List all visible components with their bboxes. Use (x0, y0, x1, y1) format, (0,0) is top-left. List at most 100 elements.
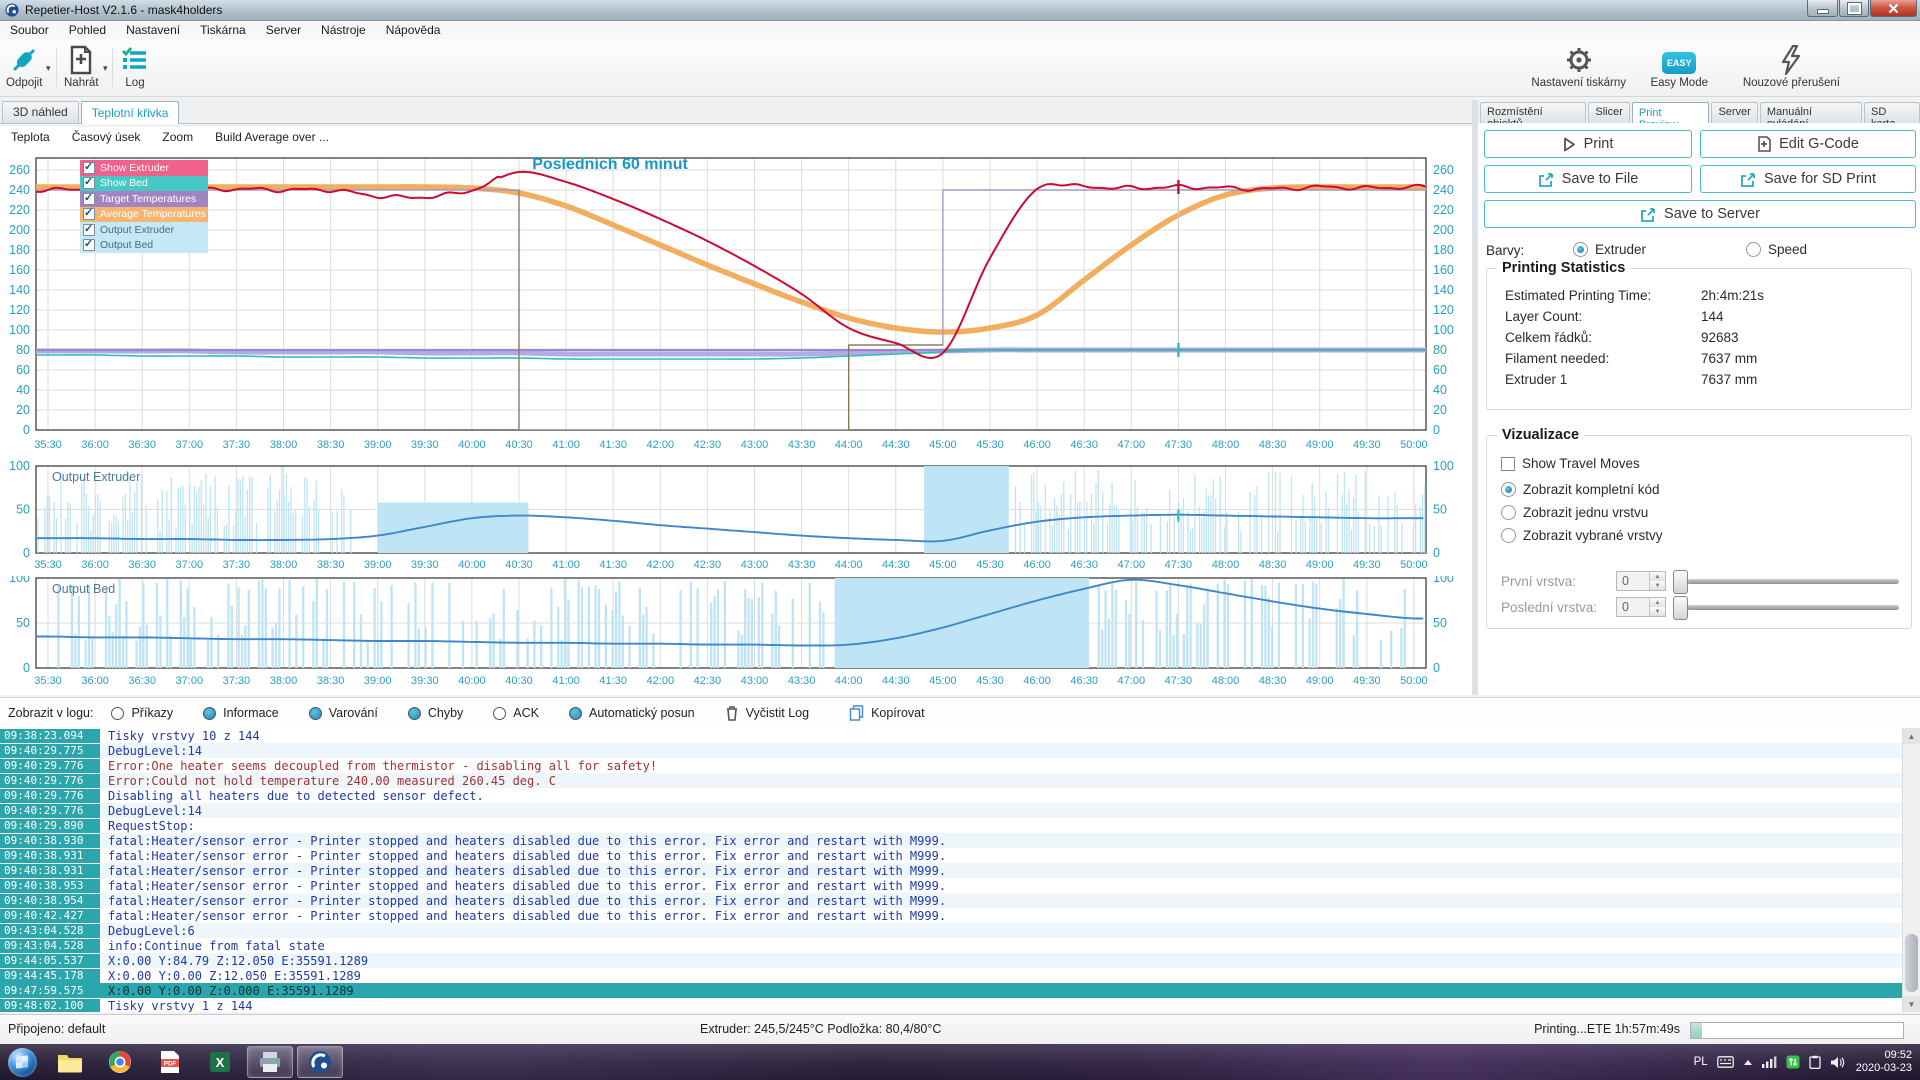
log-row[interactable]: 09:40:29.776DebugLevel:14 (0, 803, 1920, 818)
legend-item-average-temperatures[interactable]: Average Temperatures (80, 207, 208, 223)
save-for-sd-button[interactable]: Save for SD Print (1700, 165, 1916, 193)
legend-checkbox-icon[interactable] (83, 239, 95, 251)
log-filter-ack[interactable]: ACK (493, 706, 539, 720)
upload-dropdown[interactable]: ▾ (103, 63, 108, 74)
tray-expand-icon[interactable] (1743, 1059, 1753, 1066)
chart-menu-build-average-over[interactable]: Build Average over ... (204, 129, 340, 145)
tab-3d-n-hled[interactable]: 3D náhled (2, 101, 79, 123)
save-to-server-button[interactable]: Save to Server (1484, 200, 1916, 228)
log-row[interactable]: 09:43:04.528DebugLevel:6 (0, 923, 1920, 938)
viz-radio-zobrazit-kompletn-k-d[interactable]: Zobrazit kompletní kód (1501, 482, 1660, 497)
chart-menu-teplota[interactable]: Teplota (0, 129, 61, 145)
legend-item-output-bed[interactable]: Output Bed (80, 238, 208, 254)
copy-log-button[interactable]: Kopírovat (849, 705, 925, 721)
tab-print-preview[interactable]: Print Preview (1632, 102, 1710, 124)
tab-sd-karta[interactable]: SD karta (1864, 102, 1920, 123)
legend-checkbox-icon[interactable] (83, 177, 95, 189)
log-row[interactable]: 09:40:29.890RequestStop: (0, 818, 1920, 833)
log-row[interactable]: 09:40:38.931fatal:Heater/sensor error - … (0, 863, 1920, 878)
upload-button[interactable]: Nahrát (64, 43, 99, 89)
log-row[interactable]: 09:48:02.100Tisky vrstvy 1 z 144 (0, 998, 1920, 1012)
legend-checkbox-icon[interactable] (83, 208, 95, 220)
taskbar-repetier-host-button[interactable] (297, 1046, 343, 1078)
log-filter-varov-n[interactable]: Varování (309, 706, 378, 720)
viz-radio-zobrazit-jednu-vrstvu[interactable]: Zobrazit jednu vrstvu (1501, 505, 1648, 520)
tab-teplotn-k-ivka[interactable]: Teplotní křivka (81, 101, 180, 124)
log-row[interactable]: 09:40:38.953fatal:Heater/sensor error - … (0, 878, 1920, 893)
menu-item-pohled[interactable]: Pohled (59, 22, 116, 38)
maximize-button[interactable] (1839, 0, 1869, 17)
last-layer-slider[interactable] (1673, 596, 1901, 618)
taskbar-pdf-viewer-button[interactable]: PDF (147, 1046, 193, 1078)
first-layer-slider[interactable] (1673, 570, 1901, 592)
temperature-chart[interactable]: 0020204040606080801001001201201401401601… (0, 152, 1472, 456)
menu-item-soubor[interactable]: Soubor (0, 22, 59, 38)
print-button[interactable]: Print (1484, 130, 1692, 158)
disconnect-button[interactable]: Odpojit (6, 43, 42, 89)
legend-item-target-temperatures[interactable]: Target Temperatures (80, 191, 208, 207)
legend-item-show-bed[interactable]: Show Bed (80, 176, 208, 192)
start-button[interactable] (8, 1048, 37, 1077)
taskbar-clock[interactable]: 09:52 2020-03-23 (1856, 1049, 1912, 1075)
taskbar-printer-tool-button[interactable] (247, 1046, 293, 1078)
log-row[interactable]: 09:44:05.537X:0.00 Y:84.79 Z:12.050 E:35… (0, 953, 1920, 968)
log-row[interactable]: 09:40:42.427fatal:Heater/sensor error - … (0, 908, 1920, 923)
taskbar-explorer-button[interactable] (47, 1046, 93, 1078)
taskbar-excel-button[interactable]: X (197, 1046, 243, 1078)
chart-menu-zoom[interactable]: Zoom (151, 129, 204, 145)
legend-item-show-extruder[interactable]: Show Extruder (80, 160, 208, 176)
log-row[interactable]: 09:40:29.775DebugLevel:14 (0, 743, 1920, 758)
log-row[interactable]: 09:40:29.776Disabling all heaters due to… (0, 788, 1920, 803)
log-row[interactable]: 09:38:23.094Tisky vrstvy 10 z 144 (0, 728, 1920, 743)
clear-log-button[interactable]: Vyčistit Log (725, 705, 809, 721)
network-signal-icon[interactable] (1762, 1056, 1777, 1068)
menu-item-nastaven[interactable]: Nastavení (116, 22, 190, 38)
log-row[interactable]: 09:43:04.528info:Continue from fatal sta… (0, 938, 1920, 953)
legend-checkbox-icon[interactable] (83, 162, 95, 174)
menu-item-n-stroje[interactable]: Nástroje (311, 22, 376, 38)
colors-speed-radio[interactable]: Speed (1746, 242, 1807, 257)
close-button[interactable] (1870, 0, 1917, 17)
edit-gcode-button[interactable]: Edit G-Code (1700, 130, 1916, 158)
log-toggle-button[interactable]: Log (120, 43, 150, 89)
legend-item-output-extruder[interactable]: Output Extruder (80, 222, 208, 238)
menu-item-n-pov-da[interactable]: Nápověda (376, 22, 451, 38)
viz-radio-zobrazit-vybran-vrstvy[interactable]: Zobrazit vybrané vrstvy (1501, 528, 1663, 543)
log-row[interactable]: 09:40:29.776Error:Could not hold tempera… (0, 773, 1920, 788)
legend-checkbox-icon[interactable] (83, 224, 95, 236)
log-filter-p-kazy[interactable]: Příkazy (111, 706, 173, 720)
tab-rozm-st-n-objekt[interactable]: Rozmístění objektů (1480, 102, 1586, 123)
log-filter-chyby[interactable]: Chyby (408, 706, 463, 720)
clipboard-icon[interactable] (1809, 1055, 1821, 1069)
menu-item-tisk-rna[interactable]: Tiskárna (190, 22, 256, 38)
printer-settings-button[interactable]: Nastavení tiskárny (1531, 43, 1626, 89)
first-layer-spinner[interactable]: 0 ▲▼ (1616, 571, 1666, 591)
log-row[interactable]: 09:44:45.178X:0.00 Y:0.00 Z:12.050 E:355… (0, 968, 1920, 983)
output-extruder-chart[interactable]: 00505010010035:3036:0036:3037:0037:3038:… (0, 458, 1472, 574)
legend-checkbox-icon[interactable] (83, 193, 95, 205)
chart-menu-asov-sek[interactable]: Časový úsek (61, 129, 152, 145)
keyboard-icon[interactable] (1717, 1056, 1734, 1068)
disconnect-dropdown[interactable]: ▾ (46, 63, 51, 74)
easy-mode-button[interactable]: EASY Easy Mode (1650, 43, 1708, 89)
language-badge[interactable]: PL (1694, 1056, 1708, 1068)
show-travel-moves-checkbox[interactable]: Show Travel Moves (1501, 456, 1640, 471)
tab-server[interactable]: Server (1711, 102, 1757, 123)
save-to-file-button[interactable]: Save to File (1484, 165, 1692, 193)
log-row[interactable]: 09:40:38.931fatal:Heater/sensor error - … (0, 848, 1920, 863)
scroll-up-icon[interactable]: ▲ (1903, 728, 1920, 744)
menu-item-server[interactable]: Server (256, 22, 311, 38)
log-filter-informace[interactable]: Informace (203, 706, 279, 720)
taskbar-chrome-button[interactable] (97, 1046, 143, 1078)
minimize-button[interactable] (1807, 0, 1838, 17)
tab-slicer[interactable]: Slicer (1588, 102, 1630, 123)
output-bed-chart[interactable]: 00505010010035:3036:0036:3037:0037:3038:… (0, 576, 1472, 696)
log-filter-automatick-posun[interactable]: Automatický posun (569, 706, 695, 720)
colors-extruder-radio[interactable]: Extruder (1573, 242, 1646, 257)
log-row[interactable]: 09:40:38.954fatal:Heater/sensor error - … (0, 893, 1920, 908)
titlebar[interactable]: Repetier-Host V2.1.6 - mask4holders (0, 0, 1920, 21)
log-view[interactable]: 09:38:23.094Tisky vrstvy 10 z 14409:40:2… (0, 728, 1920, 1012)
log-scrollbar[interactable]: ▲ ▼ (1902, 728, 1920, 1012)
tab-manu-ln-ovl-d-n[interactable]: Manuální ovládání (1760, 102, 1862, 123)
speaker-icon[interactable] (1830, 1056, 1845, 1069)
